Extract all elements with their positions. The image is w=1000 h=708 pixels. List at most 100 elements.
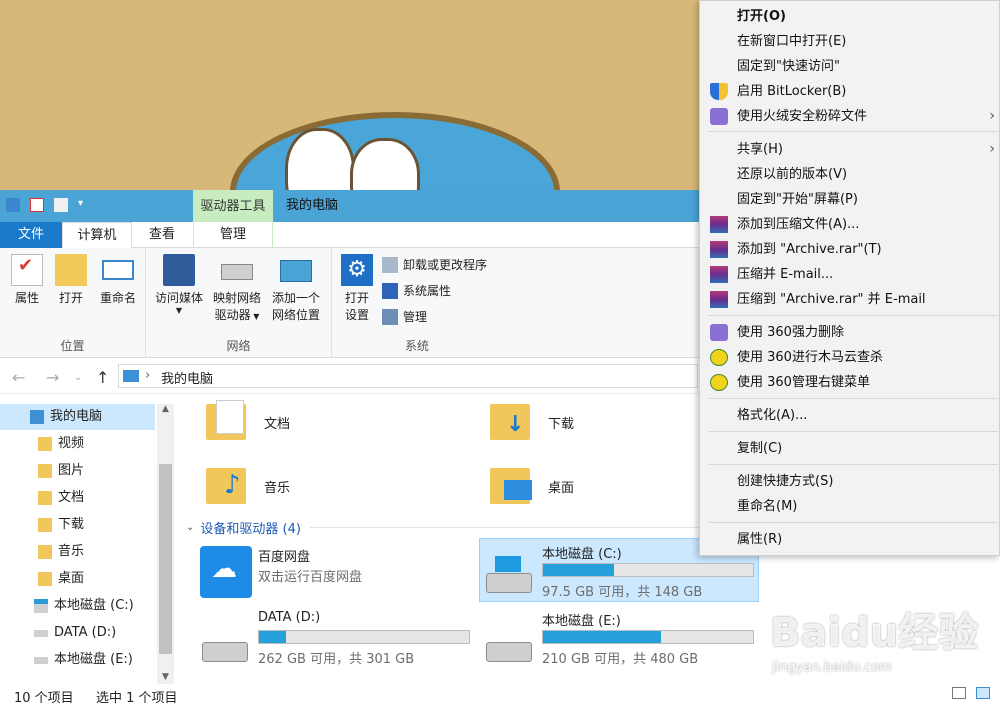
menu-item-rename[interactable]: 重命名(M) (700, 494, 999, 519)
drive-usage-fill (543, 564, 615, 576)
uninstall-programs-button[interactable]: 卸载或更改程序 (382, 256, 487, 273)
media-icon (163, 254, 195, 286)
scroll-down-icon[interactable]: ▼ (157, 672, 174, 682)
open-settings-button[interactable]: ⚙ 打开 设置 (338, 254, 376, 324)
menu-item-open-new-window[interactable]: 在新窗口中打开(E) (700, 29, 999, 54)
sidebar-item-downloads[interactable]: 下载 (0, 512, 155, 538)
folder-downloads[interactable]: ↓ 下载 (490, 400, 574, 444)
sidebar-item-label: 我的电脑 (50, 409, 103, 424)
menu-item-create-shortcut[interactable]: 创建快捷方式(S) (700, 469, 999, 494)
menu-item-open[interactable]: 打开(O) (700, 4, 999, 29)
windows-drive-icon (486, 556, 532, 593)
new-folder-icon[interactable] (54, 198, 68, 212)
documents-folder-icon (206, 400, 250, 444)
menu-item-format[interactable]: 格式化(A)... (700, 403, 999, 428)
menu-item-360-force-delete[interactable]: 使用 360强力删除 (700, 320, 999, 345)
menu-item-properties[interactable]: 属性(R) (700, 527, 999, 552)
address-path: 我的电脑 (161, 372, 214, 387)
devices-section-header[interactable]: ⌄ 设备和驱动器 (4) (186, 518, 301, 537)
sidebar-item-label: 视频 (58, 436, 85, 451)
open-button[interactable]: 打开 (52, 254, 90, 307)
address-bar[interactable]: › 我的电脑 (118, 364, 698, 388)
back-arrow-icon[interactable]: ← (12, 368, 25, 387)
winrar-icon (710, 241, 728, 258)
folder-desktop[interactable]: 桌面 (490, 464, 574, 508)
open-folder-icon (55, 254, 87, 286)
sidebar-item-drive-c[interactable]: 本地磁盘 (C:) (0, 593, 155, 619)
tab-file[interactable]: 文件 (0, 222, 62, 248)
recent-dropdown-icon[interactable]: ⌄ (74, 372, 82, 383)
baidu-netdisk-item[interactable]: ☁ 百度网盘 双击运行百度网盘 (198, 542, 468, 604)
menu-item-share[interactable]: 共享(H) › (700, 137, 999, 162)
computer-icon[interactable] (6, 198, 20, 212)
menu-item-compress-rar-email[interactable]: 压缩到 "Archive.rar" 并 E-mail (700, 287, 999, 312)
rename-label: 重命名 (99, 291, 136, 305)
winrar-icon (710, 266, 728, 283)
context-menu: 打开(O) 在新窗口中打开(E) 固定到"快速访问" 启用 BitLocker(… (699, 0, 1000, 556)
folder-label: 下载 (548, 416, 575, 432)
rename-button[interactable]: 重命名 (94, 254, 142, 307)
drive-e-item[interactable]: 本地磁盘 (E:) 210 GB 可用，共 480 GB (480, 606, 760, 670)
sidebar-item-drive-d[interactable]: DATA (D:) (0, 620, 155, 646)
customize-dropdown-icon[interactable]: ▾ (78, 198, 88, 212)
large-icons-view-icon[interactable] (976, 687, 990, 699)
add-network-location-button[interactable]: 添加一个 网络位置 (266, 254, 326, 324)
tab-view[interactable]: 查看 (132, 222, 192, 248)
menu-item-360-manage-menu[interactable]: 使用 360管理右键菜单 (700, 370, 999, 395)
menu-item-copy[interactable]: 复制(C) (700, 436, 999, 461)
sidebar-item-videos[interactable]: 视频 (0, 431, 155, 457)
menu-separator (708, 522, 998, 523)
chevron-down-icon: ▼ (175, 306, 183, 315)
add-location-label-1: 添加一个 (271, 291, 320, 305)
folder-music[interactable]: ♪ 音乐 (206, 464, 290, 508)
desktop-folder-icon (38, 572, 52, 586)
sidebar-scroll-thumb[interactable] (159, 464, 172, 654)
menu-item-bitlocker[interactable]: 启用 BitLocker(B) (700, 79, 999, 104)
sidebar-item-my-computer[interactable]: 我的电脑 (0, 404, 155, 430)
baidu-cloud-icon: ☁ (200, 546, 252, 598)
map-network-drive-button[interactable]: 映射网络 驱动器 ▼ (208, 254, 266, 325)
map-drive-label-1: 映射网络 (212, 291, 261, 305)
menu-item-restore-versions[interactable]: 还原以前的版本(V) (700, 162, 999, 187)
sidebar-item-desktop[interactable]: 桌面 (0, 566, 155, 592)
menu-separator (708, 315, 998, 316)
drive-usage-fill (543, 631, 661, 643)
menu-item-add-archive[interactable]: 添加到压缩文件(A)... (700, 212, 999, 237)
drive-d-item[interactable]: DATA (D:) 262 GB 可用，共 301 GB (198, 606, 478, 670)
menu-item-huorong-shred[interactable]: 使用火绒安全粉碎文件 › (700, 104, 999, 129)
menu-item-pin-quick-access[interactable]: 固定到"快速访问" (700, 54, 999, 79)
up-arrow-icon[interactable]: ↑ (96, 368, 109, 387)
drive-icon (486, 642, 532, 662)
sidebar-item-music[interactable]: 音乐 (0, 539, 155, 565)
properties-button[interactable]: ✔ 属性 (8, 254, 46, 307)
manage-label: 管理 (403, 310, 428, 324)
sidebar-item-drive-e[interactable]: 本地磁盘 (E:) (0, 647, 155, 673)
menu-item-pin-start[interactable]: 固定到"开始"屏幕(P) (700, 187, 999, 212)
tab-manage[interactable]: 管理 (193, 222, 273, 248)
sidebar-item-pictures[interactable]: 图片 (0, 458, 155, 484)
drive-icon (34, 629, 48, 637)
folder-documents[interactable]: 文档 (206, 400, 290, 444)
status-bar: 10 个项目 选中 1 个项目 (0, 684, 1000, 708)
folder-label: 文档 (264, 416, 291, 432)
properties-check-icon[interactable] (30, 198, 44, 212)
menu-item-compress-email[interactable]: 压缩并 E-mail... (700, 262, 999, 287)
chevron-right-icon: › (145, 368, 151, 383)
manage-button[interactable]: 管理 (382, 308, 427, 325)
forward-arrow-icon[interactable]: → (46, 368, 59, 387)
access-media-button[interactable]: 访问媒体 ▼ (150, 254, 208, 315)
computer-icon (30, 410, 44, 424)
sidebar-item-documents[interactable]: 文档 (0, 485, 155, 511)
open-settings-label-2: 设置 (344, 308, 369, 322)
shredder-icon (710, 108, 728, 125)
downloads-folder-icon: ↓ (490, 400, 534, 444)
uninstall-label: 卸载或更改程序 (403, 258, 488, 272)
drive-name: 本地磁盘 (E:) (542, 614, 621, 629)
system-properties-button[interactable]: 系统属性 (382, 282, 451, 299)
menu-item-add-archive-rar[interactable]: 添加到 "Archive.rar"(T) (700, 237, 999, 262)
tab-computer[interactable]: 计算机 (62, 222, 132, 249)
open-settings-label-1: 打开 (344, 291, 369, 305)
scroll-up-icon[interactable]: ▲ (157, 404, 174, 414)
menu-item-360-trojan-scan[interactable]: 使用 360进行木马云查杀 (700, 345, 999, 370)
details-view-icon[interactable] (952, 687, 966, 699)
